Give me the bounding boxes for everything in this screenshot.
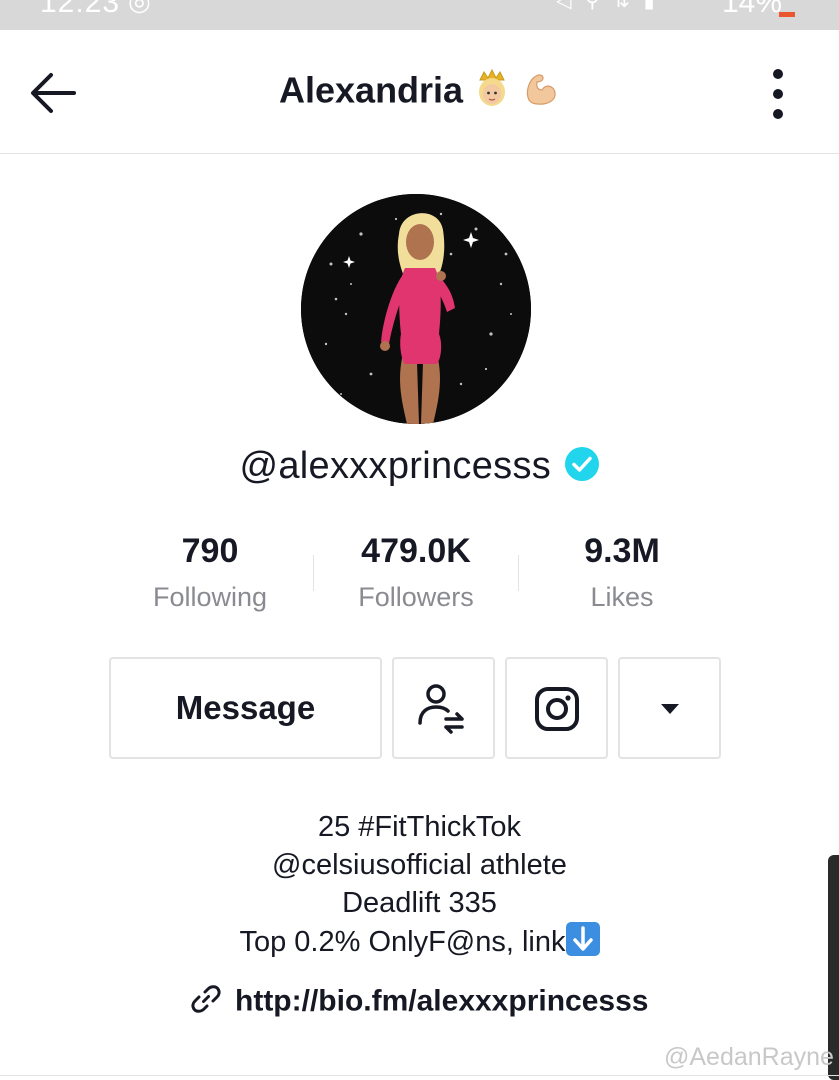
camera-icon: ◎ [128,0,151,16]
title-row: Alexandria [0,68,839,113]
instagram-icon [535,687,579,731]
bio-line: Deadlift 335 [342,887,497,919]
bio-line: Top 0.2% OnlyF@ns, link [239,926,566,958]
followers-count: 479.0K [361,532,471,570]
bio-line-with-emoji: Top 0.2% OnlyF@ns, link [0,922,839,960]
caret-down-icon [661,704,679,714]
verified-badge-icon [564,446,600,487]
bio-line: 25 #FitThickTok [317,811,522,843]
stat-likes: 9.3M Likes [522,530,722,613]
following-label: Following [152,582,268,612]
username-row: @alexxxprincesss [0,445,839,488]
page-title: Alexandria [279,69,464,111]
divider [0,1075,839,1076]
likes-count: 9.3M [584,532,660,570]
profile-header: Alexandria [0,30,839,154]
follow-suggest-icon [418,684,464,734]
bio-link-text[interactable]: http://bio.fm/alexxxprincesss [235,985,648,1018]
avatar-illustration [301,194,531,424]
username: @alexxxprincesss [239,445,552,487]
down-arrow-emoji [565,922,600,956]
message-button-label: Message [175,689,316,726]
more-actions-button[interactable] [618,657,721,759]
suggested-accounts-button[interactable] [392,657,495,759]
bio-link[interactable]: http://bio.fm/alexxxprincesss [0,984,839,1019]
kebab-menu-icon [773,69,783,119]
status-icons: ◁ ⚲ ⇅ ▮ [556,0,659,12]
watermark: @AedanRayne [664,1043,834,1071]
instagram-button[interactable] [505,657,608,759]
followers-label: Followers [358,582,474,612]
battery-level: 14% [722,0,783,19]
stat-following[interactable]: 790 Following [110,530,310,613]
avatar[interactable] [301,194,531,424]
stat-divider [313,555,314,591]
status-bar: 12:23 ◎ ◁ ⚲ ⇅ ▮ 14% [0,0,839,30]
link-icon [190,984,221,1019]
following-count: 790 [181,532,239,570]
likes-label: Likes [590,582,654,612]
more-options-button[interactable] [760,66,796,122]
princess-emoji [472,68,512,113]
bio: 25 #FitThickTok @celsiusofficial athlete… [0,808,839,960]
status-time: 12:23 [40,0,121,19]
battery-icon [779,12,795,17]
flexed-biceps-emoji [520,68,560,113]
stat-divider [518,555,519,591]
stat-followers[interactable]: 479.0K Followers [316,530,516,613]
bio-line: @celsiusofficial athlete [272,849,567,881]
message-button[interactable]: Message [109,657,382,759]
